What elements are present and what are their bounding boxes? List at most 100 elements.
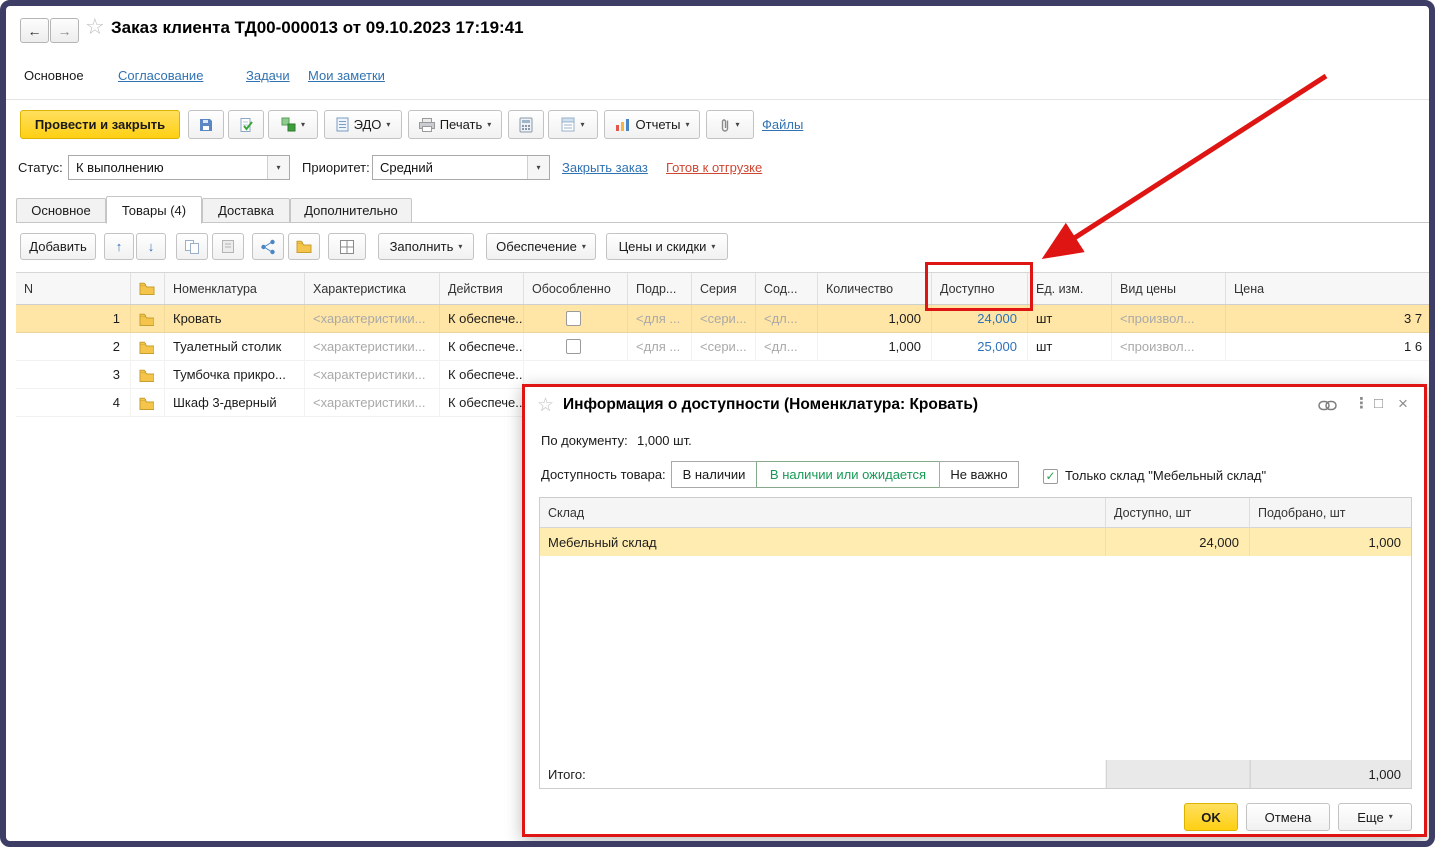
more-button[interactable]: Еще ▾ xyxy=(1338,803,1412,831)
dialog-title: Информация о доступности (Номенклатура: … xyxy=(563,396,979,413)
move-up-button[interactable]: ↑ xyxy=(104,233,134,260)
priority-label: Приоритет: xyxy=(302,160,370,175)
move-down-button[interactable]: ↓ xyxy=(136,233,166,260)
maximize-icon[interactable]: □ xyxy=(1374,396,1383,411)
table-row[interactable]: 1 Кровать <характеристики... К обеспече.… xyxy=(16,305,1429,333)
edo-document-icon xyxy=(336,117,349,132)
folder-icon xyxy=(139,313,154,326)
edo-button[interactable]: ЭДО ▾ xyxy=(324,110,402,139)
report-chart-icon xyxy=(615,118,629,131)
col-header-folder[interactable] xyxy=(131,273,165,304)
tab-main[interactable]: Основное xyxy=(16,198,106,223)
document-register-icon xyxy=(561,117,575,132)
ready-to-ship-link[interactable]: Готов к отгрузке xyxy=(666,160,762,175)
fill-menu-button[interactable]: Заполнить ▾ xyxy=(378,233,474,260)
calculator-button[interactable] xyxy=(508,110,544,139)
status-dropdown-button[interactable]: ▾ xyxy=(267,156,289,179)
col-header-n[interactable]: N xyxy=(16,273,131,304)
nav-item-main[interactable]: Основное xyxy=(24,68,84,83)
col-header-separate[interactable]: Обособленно xyxy=(524,273,628,304)
col-header-warehouse[interactable]: Склад xyxy=(540,498,1106,528)
close-icon[interactable]: × xyxy=(1398,395,1408,412)
status-label: Статус: xyxy=(18,160,63,175)
products-table-header: N Номенклатура Характеристика Действия О… xyxy=(16,272,1429,305)
chevron-down-icon: ▾ xyxy=(386,119,391,129)
doc-qty-value: 1,000 шт. xyxy=(637,433,692,448)
nav-item-tasks[interactable]: Задачи xyxy=(246,68,290,83)
print-button[interactable]: Печать ▾ xyxy=(408,110,502,139)
col-header-price[interactable]: Цена xyxy=(1226,273,1429,304)
copy-row-button[interactable] xyxy=(176,233,208,260)
files-link[interactable]: Файлы xyxy=(762,117,803,132)
post-and-close-button[interactable]: Провести и закрыть xyxy=(20,110,180,139)
annotation-highlight-box xyxy=(925,262,1033,311)
chevron-down-icon: ▾ xyxy=(735,119,740,129)
priority-select[interactable]: Средний ▾ xyxy=(372,155,550,180)
save-floppy-icon xyxy=(200,118,212,131)
col-header-unit[interactable]: Ед. изм. xyxy=(1028,273,1112,304)
warehouse-only-checkbox[interactable]: ✓ xyxy=(1043,467,1058,485)
doc-qty-label: По документу: xyxy=(541,433,628,448)
pick-products-button[interactable] xyxy=(252,233,284,260)
attachments-button[interactable]: ▾ xyxy=(706,110,754,139)
nav-item-notes[interactable]: Мои заметки xyxy=(308,68,385,83)
separate-checkbox[interactable] xyxy=(524,333,628,360)
get-link-icon[interactable] xyxy=(1318,400,1337,411)
document-gray-icon xyxy=(222,240,234,253)
prices-menu-button[interactable]: Цены и скидки ▾ xyxy=(606,233,728,260)
option-not-important[interactable]: Не важно xyxy=(939,461,1019,488)
tab-delivery[interactable]: Доставка xyxy=(202,198,290,223)
tab-additional[interactable]: Дополнительно xyxy=(290,198,412,223)
warehouse-row[interactable]: Мебельный склад 24,000 1,000 xyxy=(540,528,1411,556)
dialog-favorite-star-icon[interactable]: ☆ xyxy=(537,394,554,417)
col-header-price-type[interactable]: Вид цены xyxy=(1112,273,1226,304)
close-order-link[interactable]: Закрыть заказ xyxy=(562,160,648,175)
post-document-button[interactable] xyxy=(228,110,264,139)
col-header-sod[interactable]: Сод... xyxy=(756,273,818,304)
chevron-down-icon: ▾ xyxy=(458,241,463,251)
chevron-down-icon: ▾ xyxy=(580,119,585,129)
option-in-stock-or-expected[interactable]: В наличии или ожидается xyxy=(756,461,940,488)
show-folders-button[interactable] xyxy=(288,233,320,260)
copy-icon xyxy=(185,239,199,254)
availability-filter-label: Доступность товара: xyxy=(541,467,666,482)
save-button[interactable] xyxy=(188,110,224,139)
more-menu-icon[interactable]: ⋮ xyxy=(1354,396,1369,411)
cancel-button[interactable]: Отмена xyxy=(1246,803,1330,831)
duplicate-row-button[interactable] xyxy=(212,233,244,260)
priority-dropdown-button[interactable]: ▾ xyxy=(527,156,549,179)
chevron-down-icon: ▾ xyxy=(300,119,305,129)
reports-button[interactable]: Отчеты ▾ xyxy=(604,110,700,139)
page-title: Заказ клиента ТД00-000013 от 09.10.2023 … xyxy=(111,18,524,37)
add-row-button[interactable]: Добавить xyxy=(20,233,96,260)
option-in-stock[interactable]: В наличии xyxy=(671,461,757,488)
chevron-down-icon: ▾ xyxy=(487,119,492,129)
col-header-available[interactable]: Доступно, шт xyxy=(1106,498,1250,528)
separate-checkbox[interactable] xyxy=(524,305,628,332)
favorite-star-icon[interactable]: ☆ xyxy=(85,14,105,40)
batch-change-button[interactable] xyxy=(328,233,366,260)
chevron-down-icon: ▾ xyxy=(581,241,586,251)
app-window: ← → ☆ Заказ клиента ТД00-000013 от 09.10… xyxy=(0,0,1435,847)
available-cell[interactable]: 25,000 xyxy=(932,333,1028,360)
col-header-qty[interactable]: Количество xyxy=(818,273,932,304)
nav-item-approval[interactable]: Согласование xyxy=(118,68,203,83)
back-button[interactable]: ← xyxy=(20,18,49,43)
col-header-nomenclature[interactable]: Номенклатура xyxy=(165,273,305,304)
col-header-picked[interactable]: Подобрано, шт xyxy=(1250,498,1411,528)
create-based-on-button[interactable]: ▾ xyxy=(268,110,318,139)
table-row[interactable]: 2 Туалетный столик <характеристики... К … xyxy=(16,333,1429,361)
col-header-characteristic[interactable]: Характеристика xyxy=(305,273,440,304)
supply-menu-button[interactable]: Обеспечение ▾ xyxy=(486,233,596,260)
batch-change-icon xyxy=(340,239,354,254)
arrow-up-icon: ↑ xyxy=(115,239,123,254)
ok-button[interactable]: OK xyxy=(1184,803,1238,831)
forward-button[interactable]: → xyxy=(50,18,79,43)
document-register-button[interactable]: ▾ xyxy=(548,110,598,139)
status-select[interactable]: К выполнению ▾ xyxy=(68,155,290,180)
tab-goods[interactable]: Товары (4) xyxy=(106,196,202,224)
col-header-series[interactable]: Серия xyxy=(692,273,756,304)
chevron-down-icon: ▾ xyxy=(711,241,716,251)
col-header-actions[interactable]: Действия xyxy=(440,273,524,304)
col-header-podr[interactable]: Подр... xyxy=(628,273,692,304)
